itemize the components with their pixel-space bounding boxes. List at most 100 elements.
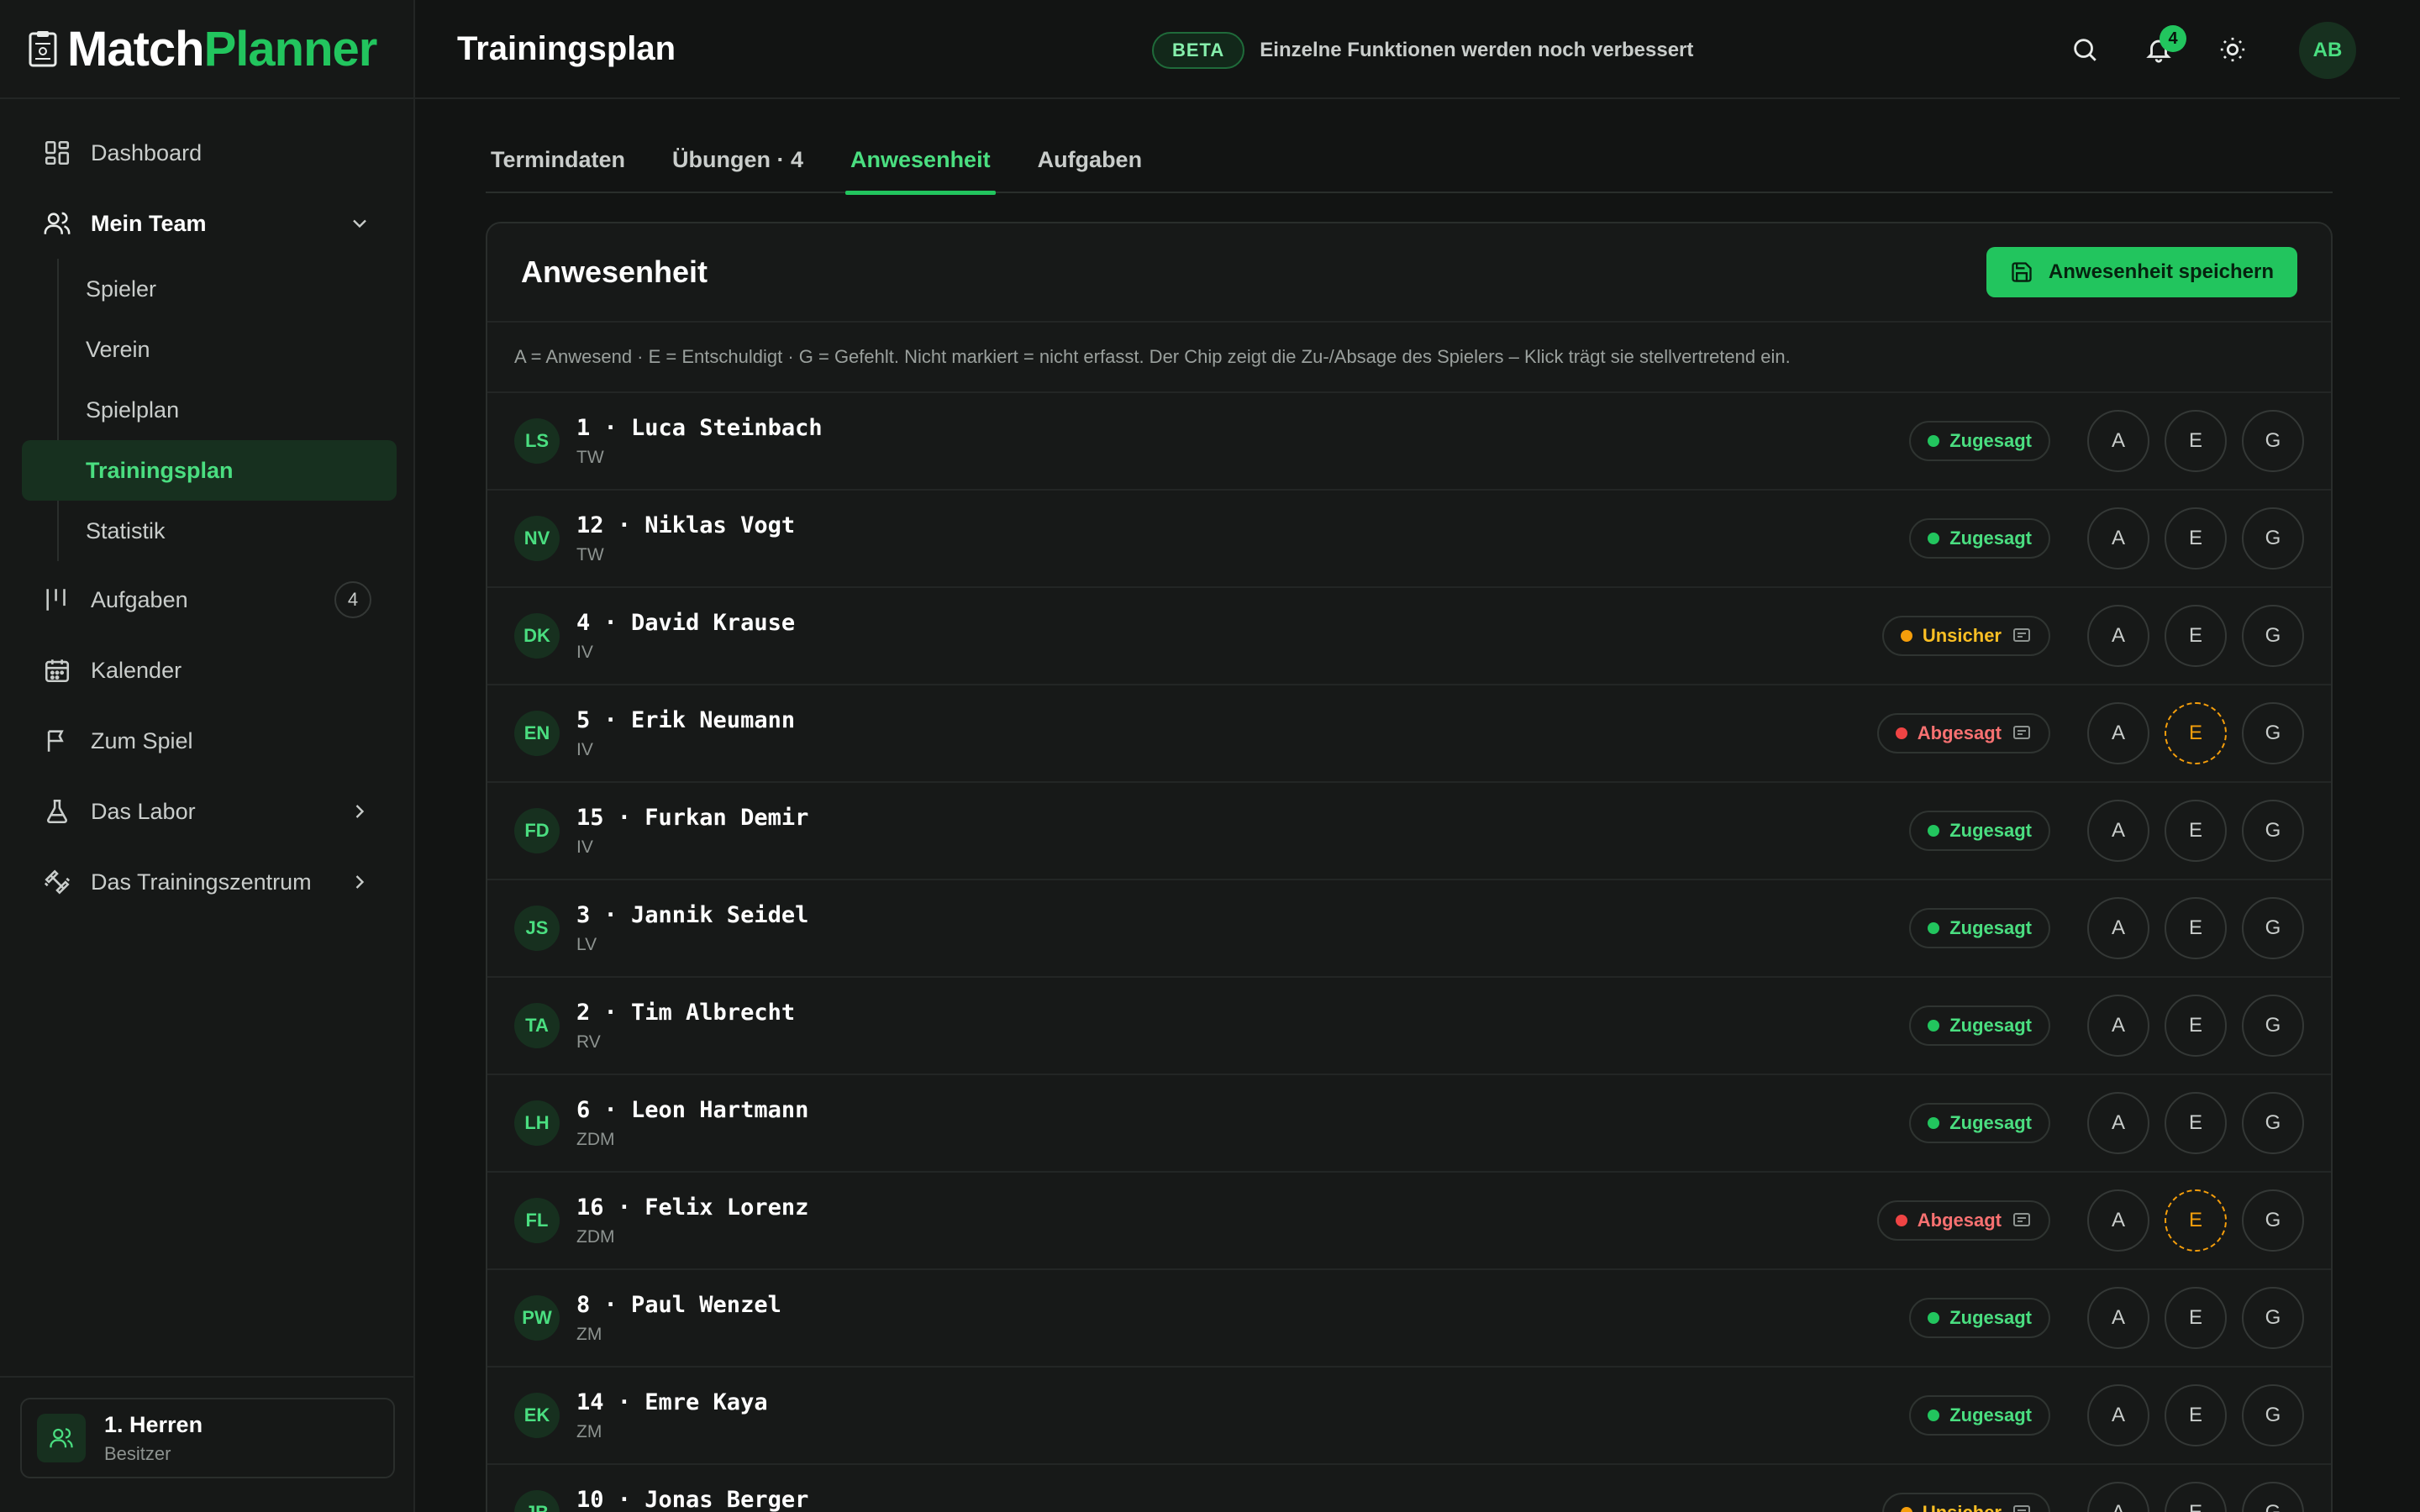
rsvp-chip[interactable]: Zugesagt: [1909, 1103, 2050, 1143]
player-info: 3 · Jannik Seidel LV: [576, 902, 1909, 955]
rsvp-status-label: Zugesagt: [1949, 1112, 2032, 1133]
rsvp-chip[interactable]: Zugesagt: [1909, 518, 2050, 559]
attendance-g-button[interactable]: G: [2242, 410, 2304, 472]
rsvp-chip[interactable]: Zugesagt: [1909, 1005, 2050, 1046]
attendance-g-button[interactable]: G: [2242, 1384, 2304, 1446]
nav-das-trainingszentrum-label: Das Trainingszentrum: [91, 869, 312, 895]
brand[interactable]: MatchPlanner: [0, 0, 413, 99]
attendance-g-button[interactable]: G: [2242, 995, 2304, 1057]
save-attendance-button[interactable]: Anwesenheit speichern: [1986, 247, 2297, 297]
attendance-e-button[interactable]: E: [2165, 702, 2227, 764]
attendance-a-button[interactable]: A: [2087, 410, 2149, 472]
attendance-a-button[interactable]: A: [2087, 995, 2149, 1057]
rsvp-chip[interactable]: Unsicher: [1881, 616, 2050, 656]
nav-mein-team-label: Mein Team: [91, 210, 207, 236]
rsvp-chip[interactable]: Zugesagt: [1909, 421, 2050, 461]
player-list: LS 1 · Luca Steinbach TW Zugesagt AEG NV…: [487, 393, 2331, 1512]
attendance-g-button[interactable]: G: [2242, 1189, 2304, 1252]
nav-dashboard[interactable]: Dashboard: [0, 118, 413, 188]
status-dot-icon: [1928, 922, 1940, 934]
top-header: Trainingsplan BETA Einzelne Funktionen w…: [415, 0, 2400, 99]
player-row: LH 6 · Leon Hartmann ZDM Zugesagt AEG: [487, 1075, 2331, 1173]
rsvp-chip[interactable]: Zugesagt: [1909, 1298, 2050, 1338]
subnav-spielplan[interactable]: Spielplan: [59, 380, 413, 440]
status-dot-icon: [1928, 825, 1940, 837]
player-avatar: EN: [514, 711, 560, 756]
card-header: Anwesenheit Anwesenheit speichern: [487, 223, 2331, 323]
nav-das-trainingszentrum[interactable]: Das Trainingszentrum: [0, 847, 413, 917]
attendance-e-button[interactable]: E: [2165, 507, 2227, 570]
attendance-e-button[interactable]: E: [2165, 995, 2227, 1057]
attendance-a-button[interactable]: A: [2087, 897, 2149, 959]
attendance-g-button[interactable]: G: [2242, 605, 2304, 667]
player-name: 5 · Erik Neumann: [576, 706, 796, 733]
attendance-g-button[interactable]: G: [2242, 1092, 2304, 1154]
nav-mein-team[interactable]: Mein Team: [0, 188, 413, 259]
player-position: IV: [576, 642, 593, 662]
rsvp-chip[interactable]: Unsicher: [1881, 1493, 2050, 1512]
attendance-e-button[interactable]: E: [2165, 1287, 2227, 1349]
subnav-spieler[interactable]: Spieler: [59, 259, 413, 319]
player-position: IV: [576, 739, 593, 759]
rsvp-status-label: Abgesagt: [1917, 1210, 2002, 1231]
attendance-e-button[interactable]: E: [2165, 897, 2227, 959]
attendance-a-button[interactable]: A: [2087, 702, 2149, 764]
player-avatar: JS: [514, 906, 560, 951]
attendance-e-button[interactable]: E: [2165, 1189, 2227, 1252]
attendance-e-button[interactable]: E: [2165, 1482, 2227, 1512]
team-subnav: Spieler Verein Spielplan Trainingsplan S…: [22, 259, 413, 561]
attendance-a-button[interactable]: A: [2087, 1189, 2149, 1252]
attendance-e-button[interactable]: E: [2165, 1384, 2227, 1446]
player-info: 1 · Luca Steinbach TW: [576, 415, 1909, 468]
attendance-g-button[interactable]: G: [2242, 1482, 2304, 1512]
attendance-a-button[interactable]: A: [2087, 1287, 2149, 1349]
player-name: 1 · Luca Steinbach: [576, 414, 823, 441]
comment-icon: [2012, 723, 2032, 743]
attendance-e-button[interactable]: E: [2165, 410, 2227, 472]
attendance-a-button[interactable]: A: [2087, 605, 2149, 667]
nav-das-labor[interactable]: Das Labor: [0, 776, 413, 847]
player-row: PW 8 · Paul Wenzel ZM Zugesagt AEG: [487, 1270, 2331, 1368]
attendance-a-button[interactable]: A: [2087, 1482, 2149, 1512]
rsvp-chip[interactable]: Zugesagt: [1909, 908, 2050, 948]
attendance-g-button[interactable]: G: [2242, 507, 2304, 570]
kanban-icon: [42, 585, 72, 615]
rsvp-chip[interactable]: Zugesagt: [1909, 1395, 2050, 1436]
player-position: TW: [576, 544, 604, 564]
rsvp-chip[interactable]: Zugesagt: [1909, 811, 2050, 851]
rsvp-chip[interactable]: Abgesagt: [1876, 713, 2050, 753]
attendance-a-button[interactable]: A: [2087, 800, 2149, 862]
nav-kalender[interactable]: Kalender: [0, 635, 413, 706]
tab-termindaten[interactable]: Termindaten: [486, 126, 630, 193]
tab-uebungen[interactable]: Übungen · 4: [667, 126, 808, 193]
attendance-g-button[interactable]: G: [2242, 702, 2304, 764]
search-icon[interactable]: [2065, 30, 2104, 69]
sun-icon[interactable]: [2213, 30, 2252, 69]
attendance-g-button[interactable]: G: [2242, 897, 2304, 959]
attendance-g-button[interactable]: G: [2242, 1287, 2304, 1349]
attendance-g-button[interactable]: G: [2242, 800, 2304, 862]
team-switcher[interactable]: 1. Herren Besitzer: [20, 1398, 395, 1478]
user-avatar[interactable]: AB: [2299, 22, 2356, 79]
sidebar-footer: 1. Herren Besitzer: [0, 1376, 415, 1512]
attendance-e-button[interactable]: E: [2165, 605, 2227, 667]
player-name: 12 · Niklas Vogt: [576, 512, 796, 538]
tab-aufgaben[interactable]: Aufgaben: [1033, 126, 1148, 193]
player-info: 12 · Niklas Vogt TW: [576, 512, 1909, 565]
attendance-a-button[interactable]: A: [2087, 507, 2149, 570]
rsvp-chip[interactable]: Abgesagt: [1876, 1200, 2050, 1241]
attendance-a-button[interactable]: A: [2087, 1384, 2149, 1446]
nav-zum-spiel[interactable]: Zum Spiel: [0, 706, 413, 776]
subnav-statistik[interactable]: Statistik: [59, 501, 413, 561]
nav-aufgaben[interactable]: Aufgaben 4: [0, 564, 413, 635]
attendance-a-button[interactable]: A: [2087, 1092, 2149, 1154]
tab-anwesenheit[interactable]: Anwesenheit: [845, 126, 996, 195]
attendance-e-button[interactable]: E: [2165, 800, 2227, 862]
subnav-trainingsplan[interactable]: Trainingsplan: [22, 440, 397, 501]
nav-dashboard-label: Dashboard: [91, 139, 203, 165]
attendance-card: Anwesenheit Anwesenheit speichern A = An…: [486, 222, 2333, 1512]
subnav-verein[interactable]: Verein: [59, 319, 413, 380]
attendance-e-button[interactable]: E: [2165, 1092, 2227, 1154]
bell-icon[interactable]: 4: [2139, 25, 2186, 69]
dashboard-icon: [42, 138, 72, 168]
